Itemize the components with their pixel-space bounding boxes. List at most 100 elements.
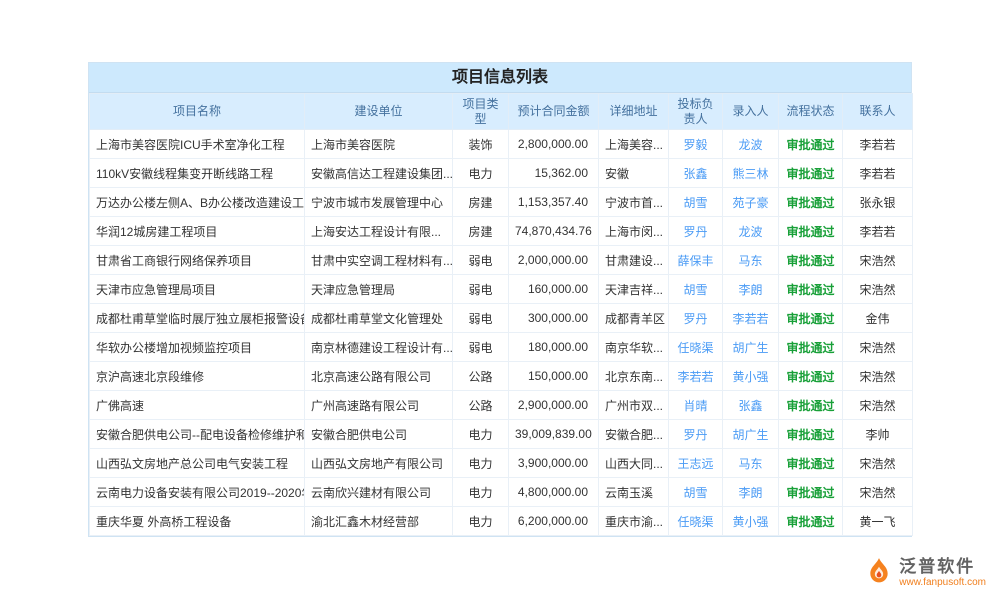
cell-entry[interactable]: 苑子豪 — [723, 188, 779, 217]
table-row: 甘肃省工商银行网络保养项目甘肃中实空调工程材料有...弱电2,000,000.0… — [90, 246, 913, 275]
cell-contact: 宋浩然 — [843, 275, 913, 304]
cell-entry[interactable]: 张鑫 — [723, 391, 779, 420]
cell-address: 云南玉溪 — [599, 478, 669, 507]
cell-status[interactable]: 审批通过 — [779, 478, 843, 507]
cell-unit: 安徽合肥供电公司 — [305, 420, 453, 449]
cell-bidder[interactable]: 胡雪 — [669, 275, 723, 304]
cell-type: 弱电 — [453, 246, 509, 275]
cell-contact: 宋浩然 — [843, 362, 913, 391]
cell-bidder[interactable]: 胡雪 — [669, 478, 723, 507]
cell-address: 山西大同... — [599, 449, 669, 478]
cell-bidder[interactable]: 张鑫 — [669, 159, 723, 188]
cell-status[interactable]: 审批通过 — [779, 130, 843, 159]
cell-status[interactable]: 审批通过 — [779, 217, 843, 246]
cell-status[interactable]: 审批通过 — [779, 391, 843, 420]
cell-bidder[interactable]: 罗丹 — [669, 304, 723, 333]
cell-unit: 上海市美容医院 — [305, 130, 453, 159]
table-row: 云南电力设备安装有限公司2019--2020年...云南欣兴建材有限公司电力4,… — [90, 478, 913, 507]
page: 项目信息列表 项目名称建设单位项目类型预计合同金额详细地址投标负责人录入人流程状… — [0, 0, 1000, 600]
cell-bidder[interactable]: 胡雪 — [669, 188, 723, 217]
cell-bidder[interactable]: 罗毅 — [669, 130, 723, 159]
cell-status[interactable]: 审批通过 — [779, 362, 843, 391]
project-table: 项目名称建设单位项目类型预计合同金额详细地址投标负责人录入人流程状态联系人 上海… — [89, 93, 913, 536]
cell-status[interactable]: 审批通过 — [779, 507, 843, 536]
cell-name: 广佛高速 — [90, 391, 305, 420]
table-row: 上海市美容医院ICU手术室净化工程上海市美容医院装饰2,800,000.00上海… — [90, 130, 913, 159]
cell-type: 电力 — [453, 420, 509, 449]
cell-bidder[interactable]: 任晓渠 — [669, 507, 723, 536]
cell-status[interactable]: 审批通过 — [779, 246, 843, 275]
cell-bidder[interactable]: 任晓渠 — [669, 333, 723, 362]
cell-bidder[interactable]: 罗丹 — [669, 420, 723, 449]
table-row: 华软办公楼增加视频监控项目南京林德建设工程设计有...弱电180,000.00南… — [90, 333, 913, 362]
cell-amount: 2,800,000.00 — [509, 130, 599, 159]
cell-entry[interactable]: 李若若 — [723, 304, 779, 333]
cell-address: 安徽 — [599, 159, 669, 188]
cell-type: 电力 — [453, 507, 509, 536]
cell-type: 电力 — [453, 478, 509, 507]
cell-name: 华软办公楼增加视频监控项目 — [90, 333, 305, 362]
cell-amount: 1,153,357.40 — [509, 188, 599, 217]
cell-entry[interactable]: 龙波 — [723, 130, 779, 159]
cell-amount: 2,000,000.00 — [509, 246, 599, 275]
cell-type: 房建 — [453, 188, 509, 217]
cell-contact: 宋浩然 — [843, 333, 913, 362]
cell-entry[interactable]: 黄小强 — [723, 362, 779, 391]
cell-name: 云南电力设备安装有限公司2019--2020年... — [90, 478, 305, 507]
cell-unit: 北京高速公路有限公司 — [305, 362, 453, 391]
cell-entry[interactable]: 熊三林 — [723, 159, 779, 188]
cell-address: 天津吉祥... — [599, 275, 669, 304]
cell-name: 京沪高速北京段维修 — [90, 362, 305, 391]
cell-entry[interactable]: 龙波 — [723, 217, 779, 246]
cell-unit: 渝北汇鑫木材经营部 — [305, 507, 453, 536]
cell-entry[interactable]: 李朗 — [723, 275, 779, 304]
cell-bidder[interactable]: 王志远 — [669, 449, 723, 478]
cell-status[interactable]: 审批通过 — [779, 159, 843, 188]
cell-amount: 15,362.00 — [509, 159, 599, 188]
cell-unit: 成都杜甫草堂文化管理处 — [305, 304, 453, 333]
cell-entry[interactable]: 胡广生 — [723, 333, 779, 362]
cell-bidder[interactable]: 肖晴 — [669, 391, 723, 420]
brand-site-url: www.fanpusoft.com — [899, 577, 986, 589]
cell-amount: 6,200,000.00 — [509, 507, 599, 536]
cell-entry[interactable]: 黄小强 — [723, 507, 779, 536]
cell-name: 万达办公楼左侧A、B办公楼改造建设工程 — [90, 188, 305, 217]
cell-name: 成都杜甫草堂临时展厅独立展柜报警设备... — [90, 304, 305, 333]
cell-bidder[interactable]: 罗丹 — [669, 217, 723, 246]
table-row: 万达办公楼左侧A、B办公楼改造建设工程宁波市城市发展管理中心房建1,153,35… — [90, 188, 913, 217]
cell-bidder[interactable]: 薛保丰 — [669, 246, 723, 275]
cell-unit: 安徽高信达工程建设集团... — [305, 159, 453, 188]
cell-status[interactable]: 审批通过 — [779, 188, 843, 217]
cell-entry[interactable]: 李朗 — [723, 478, 779, 507]
cell-status[interactable]: 审批通过 — [779, 304, 843, 333]
cell-status[interactable]: 审批通过 — [779, 333, 843, 362]
cell-contact: 张永银 — [843, 188, 913, 217]
cell-entry[interactable]: 马东 — [723, 246, 779, 275]
cell-address: 重庆市渝... — [599, 507, 669, 536]
cell-type: 房建 — [453, 217, 509, 246]
cell-type: 电力 — [453, 449, 509, 478]
cell-address: 成都青羊区 — [599, 304, 669, 333]
cell-type: 公路 — [453, 362, 509, 391]
cell-address: 北京东南... — [599, 362, 669, 391]
cell-status[interactable]: 审批通过 — [779, 275, 843, 304]
table-row: 京沪高速北京段维修北京高速公路有限公司公路150,000.00北京东南...李若… — [90, 362, 913, 391]
column-header-contact: 联系人 — [843, 94, 913, 130]
column-header-bidder: 投标负责人 — [669, 94, 723, 130]
cell-contact: 宋浩然 — [843, 449, 913, 478]
cell-contact: 金伟 — [843, 304, 913, 333]
cell-contact: 宋浩然 — [843, 478, 913, 507]
cell-name: 重庆华夏 外高桥工程设备 — [90, 507, 305, 536]
cell-status[interactable]: 审批通过 — [779, 420, 843, 449]
column-header-status: 流程状态 — [779, 94, 843, 130]
cell-type: 装饰 — [453, 130, 509, 159]
cell-amount: 300,000.00 — [509, 304, 599, 333]
cell-entry[interactable]: 胡广生 — [723, 420, 779, 449]
cell-bidder[interactable]: 李若若 — [669, 362, 723, 391]
cell-entry[interactable]: 马东 — [723, 449, 779, 478]
cell-unit: 山西弘文房地产有限公司 — [305, 449, 453, 478]
cell-contact: 李若若 — [843, 159, 913, 188]
cell-contact: 李若若 — [843, 130, 913, 159]
cell-status[interactable]: 审批通过 — [779, 449, 843, 478]
cell-name: 天津市应急管理局项目 — [90, 275, 305, 304]
